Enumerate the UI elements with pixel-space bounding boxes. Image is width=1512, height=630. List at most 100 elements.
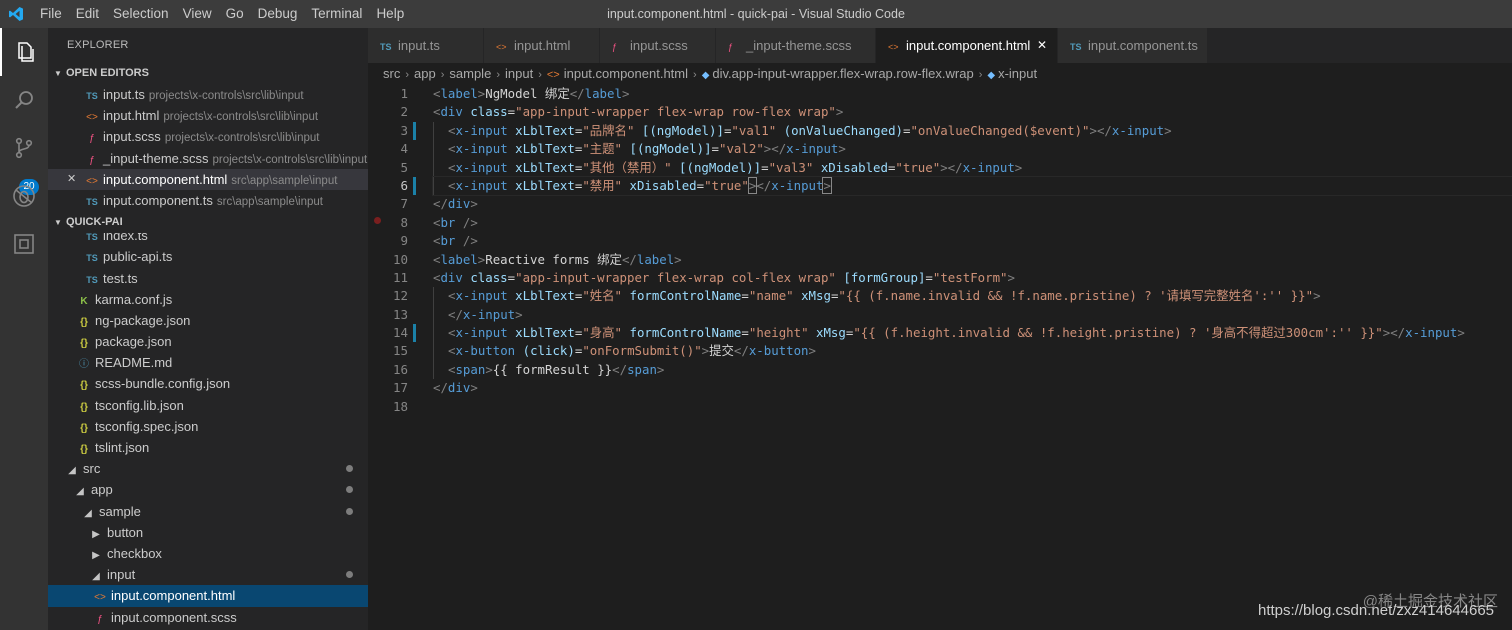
tree-file[interactable]: ⓘ README.md	[48, 352, 368, 373]
breadcrumb-item[interactable]: input.component.html	[564, 66, 688, 81]
tree-folder[interactable]: ◢ src	[48, 458, 368, 479]
code-editor[interactable]: 1 2 3 4 5 6 7 8 9 10 11 12 13 14 15 16 1…	[368, 85, 1512, 630]
watermark-url: https://blog.csdn.net/zxz414644665	[1258, 602, 1495, 619]
json-file-icon: {}	[80, 401, 88, 413]
tree-file-name: karma.conf.js	[95, 291, 173, 307]
code-line: <x-input xLblText="姓名" formControlName="…	[433, 287, 1512, 306]
tree-folder[interactable]: ◢ input	[48, 564, 368, 585]
project-header[interactable]: ▼ QUICK-PAI	[48, 211, 368, 233]
open-editor-item[interactable]: TS input.ts projects\x-controls\src\lib\in…	[48, 84, 368, 105]
open-editor-path: src\app\sample\input	[216, 195, 323, 208]
tree-file-name: tslint.json	[95, 440, 150, 455]
tab-input-component-ts[interactable]: TS input.component.ts	[1058, 28, 1208, 63]
tree-folder[interactable]: ▶ button	[48, 522, 368, 543]
code-lines: <label>NgModel 绑定</label> <div class="ap…	[432, 85, 1512, 416]
json-file-icon: {}	[80, 380, 88, 392]
explorer-sidebar: EXPLORER ▼ OPEN EDITORS TS input.ts project…	[48, 28, 368, 630]
chevron-right-icon: ›	[538, 69, 542, 81]
tree-file[interactable]: TS test.ts	[48, 268, 368, 289]
breakpoint-icon[interactable]	[374, 217, 381, 224]
open-editor-item[interactable]: <> input.html projects\x-controls\src\lib\…	[48, 105, 368, 126]
tree-file[interactable]: Kkarma.conf.js	[48, 289, 368, 310]
menu-go[interactable]: Go	[226, 0, 244, 28]
open-editor-item[interactable]: ƒ input.scss projects\x-controls\src\lib\i…	[48, 126, 368, 147]
menu-file[interactable]: File	[40, 0, 62, 28]
open-editor-item[interactable]: ƒ _input-theme.scss projects\x-controls\sr…	[48, 148, 368, 169]
close-icon[interactable]: ✕	[1037, 28, 1047, 63]
tab-input-theme-scss[interactable]: ƒ _input-theme.scss	[716, 28, 876, 63]
tree-file-selected[interactable]: <> input.component.html	[48, 585, 368, 607]
chevron-right-icon: ▶	[92, 528, 100, 540]
menu-view[interactable]: View	[183, 0, 212, 28]
extensions-icon[interactable]	[0, 220, 48, 268]
tree-file-name: README.md	[95, 355, 173, 371]
tree-file[interactable]: TS index.ts	[48, 233, 368, 246]
breadcrumb-item[interactable]: sample	[449, 66, 491, 81]
tree-folder[interactable]: ◢ sample	[48, 501, 368, 522]
search-icon[interactable]	[0, 76, 48, 124]
json-file-icon: {}	[80, 422, 88, 434]
source-control-icon[interactable]	[0, 124, 48, 172]
chevron-down-icon: ◢	[92, 571, 100, 583]
tab-input-component-html[interactable]: <> input.component.html ✕	[876, 28, 1058, 63]
menu-help[interactable]: Help	[376, 0, 404, 28]
tree-folder-name: src	[83, 461, 101, 477]
tree-file[interactable]: {} ng-package.json	[48, 310, 368, 331]
line-number: 11	[392, 269, 408, 285]
breadcrumb-item[interactable]: input	[505, 66, 533, 81]
tree-file[interactable]: TS public-api.ts	[48, 246, 368, 267]
tree-folder-name: sample	[99, 503, 141, 519]
html-file-icon: <>	[888, 42, 899, 52]
menu-selection[interactable]: Selection	[113, 0, 169, 28]
tree-file[interactable]: {} tsconfig.spec.json	[48, 416, 368, 437]
line-number: 4	[400, 141, 408, 157]
open-editor-name: input.component.ts	[103, 192, 213, 208]
code-line: </x-input>	[433, 305, 1512, 325]
tree-file[interactable]: {} package.json	[48, 331, 368, 352]
open-editor-path: projects\x-controls\src\lib\input	[212, 153, 368, 166]
debug-icon[interactable]	[0, 172, 48, 220]
code-line: <div class="app-input-wrapper flex-wrap …	[433, 269, 1015, 285]
tree-folder[interactable]: ◢ app	[48, 479, 368, 500]
tab-label: _input-theme.scss	[746, 38, 852, 53]
menu-debug[interactable]: Debug	[258, 0, 298, 28]
breadcrumb-item[interactable]: x-input	[998, 66, 1037, 81]
open-editors-label: OPEN EDITORS	[66, 67, 149, 79]
tree-file-name: input.component.html	[111, 588, 236, 604]
file-tree: TS index.ts TS public-api.ts TS test.ts Kka…	[48, 233, 368, 630]
scss-file-icon: ƒ	[89, 133, 95, 145]
tree-file[interactable]: ƒ input.component.scss	[48, 607, 368, 628]
explorer-icon[interactable]	[0, 28, 48, 76]
vscode-logo-icon	[9, 7, 23, 21]
line-number: 1	[400, 86, 408, 101]
tree-file[interactable]: {} scss-bundle.config.json	[48, 373, 368, 394]
open-editor-item[interactable]: TS input.component.ts src\app\sample\input	[48, 190, 368, 211]
tree-file[interactable]: {} tslint.json	[48, 437, 368, 458]
breadcrumb-item[interactable]: src	[383, 66, 400, 81]
line-number: 10	[392, 251, 408, 267]
editor-tabs: TS input.ts <> input.html ƒ input.scss ƒ _in…	[368, 28, 1512, 63]
breadcrumb: src › app › sample › input › <> input.component.h…	[368, 63, 1512, 85]
tab-input-scss[interactable]: ƒ input.scss	[600, 28, 716, 63]
code-line: <span>{{ formResult }}</span>	[433, 360, 1512, 380]
close-icon[interactable]: ✕	[67, 169, 76, 190]
open-editor-item-active[interactable]: ✕ <> input.component.html src\app\sample\in…	[48, 168, 368, 190]
open-editors-header[interactable]: ▼ OPEN EDITORS	[48, 62, 368, 84]
menu-terminal[interactable]: Terminal	[311, 0, 362, 28]
line-number: 5	[400, 159, 408, 175]
breadcrumb-item[interactable]: app	[414, 66, 436, 81]
menu-edit[interactable]: Edit	[76, 0, 99, 28]
tree-folder[interactable]: ▶ checkbox	[48, 543, 368, 564]
open-editor-name: input.html	[103, 108, 160, 124]
typescript-file-icon: TS	[1070, 42, 1082, 52]
typescript-file-icon: TS	[380, 42, 392, 52]
chevron-right-icon: ▶	[92, 549, 100, 561]
breadcrumb-item[interactable]: div.app-input-wrapper.flex-wrap.row-flex…	[712, 66, 973, 81]
modified-dot-icon	[346, 571, 353, 579]
modified-dot-icon	[346, 507, 353, 515]
line-number-gutter: 1 2 3 4 5 6 7 8 9 10 11 12 13 14 15 16 1…	[368, 85, 418, 416]
tab-input-html[interactable]: <> input.html	[484, 28, 600, 63]
tree-file[interactable]: {} tsconfig.lib.json	[48, 395, 368, 416]
scss-file-icon: ƒ	[97, 613, 103, 625]
tab-input-ts[interactable]: TS input.ts	[368, 28, 484, 63]
